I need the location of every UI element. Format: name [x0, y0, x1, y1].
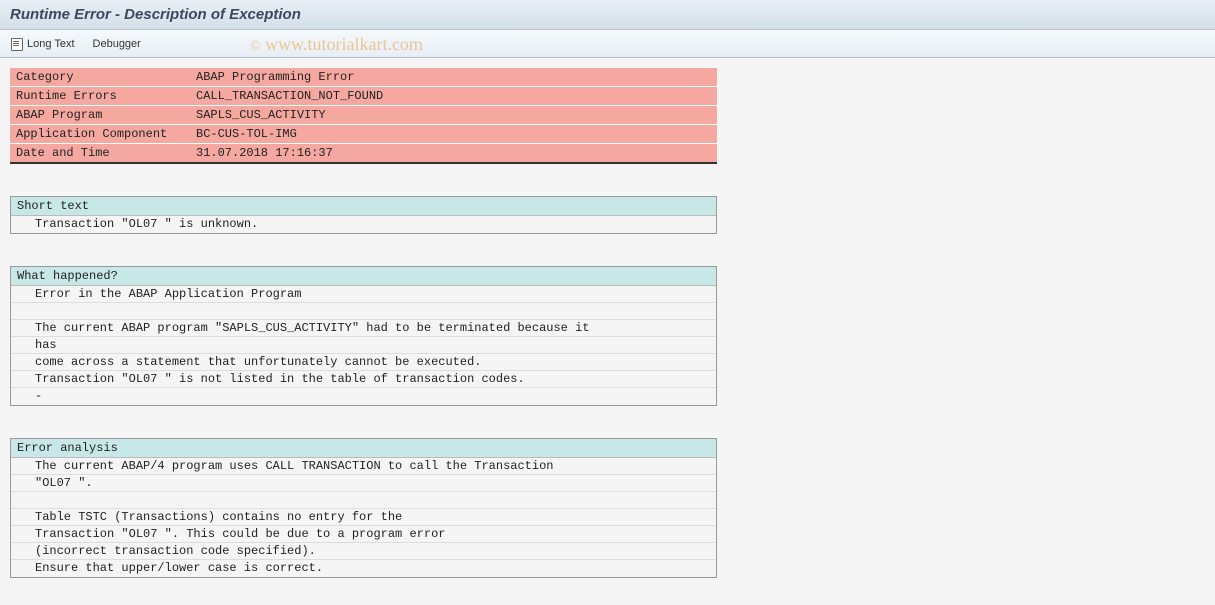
info-label: Runtime Errors [10, 87, 190, 106]
long-text-label: Long Text [27, 38, 75, 50]
info-value: ABAP Programming Error [190, 68, 717, 87]
section-header: What happened? [11, 267, 716, 286]
info-value: BC-CUS-TOL-IMG [190, 125, 717, 144]
document-icon [10, 37, 24, 51]
section-line: The current ABAP/4 program uses CALL TRA… [11, 458, 716, 475]
info-label: Application Component [10, 125, 190, 144]
info-value: SAPLS_CUS_ACTIVITY [190, 106, 717, 125]
section-line: Ensure that upper/lower case is correct. [11, 560, 716, 577]
info-row: ABAP ProgramSAPLS_CUS_ACTIVITY [10, 106, 717, 125]
long-text-button[interactable]: Long Text [10, 37, 75, 51]
error-section: What happened?Error in the ABAP Applicat… [10, 266, 717, 406]
error-section: Short textTransaction "OL07 " is unknown… [10, 196, 717, 234]
section-line: "OL07 ". [11, 475, 716, 492]
debugger-label: Debugger [93, 38, 141, 50]
info-label: Category [10, 68, 190, 87]
content-area: CategoryABAP Programming ErrorRuntime Er… [0, 58, 1215, 588]
section-line: The current ABAP program "SAPLS_CUS_ACTI… [11, 320, 716, 337]
info-row: CategoryABAP Programming Error [10, 68, 717, 87]
section-header: Error analysis [11, 439, 716, 458]
error-section: Error analysisThe current ABAP/4 program… [10, 438, 717, 578]
info-row: Runtime ErrorsCALL_TRANSACTION_NOT_FOUND [10, 87, 717, 106]
info-label: ABAP Program [10, 106, 190, 125]
section-line [11, 492, 716, 509]
section-header: Short text [11, 197, 716, 216]
section-line: come across a statement that unfortunate… [11, 354, 716, 371]
section-line: Transaction "OL07 " is not listed in the… [11, 371, 716, 388]
section-line: (incorrect transaction code specified). [11, 543, 716, 560]
toolbar: Long Text Debugger [0, 30, 1215, 58]
section-line: Transaction "OL07 " is unknown. [11, 216, 716, 233]
info-label: Date and Time [10, 144, 190, 164]
info-row: Date and Time31.07.2018 17:16:37 [10, 144, 717, 164]
info-row: Application ComponentBC-CUS-TOL-IMG [10, 125, 717, 144]
page-title: Runtime Error - Description of Exception [10, 6, 301, 23]
section-line: Error in the ABAP Application Program [11, 286, 716, 303]
debugger-button[interactable]: Debugger [93, 38, 141, 50]
section-line: Transaction "OL07 ". This could be due t… [11, 526, 716, 543]
section-line: - [11, 388, 716, 405]
runtime-error-info-table: CategoryABAP Programming ErrorRuntime Er… [10, 68, 717, 164]
info-value: 31.07.2018 17:16:37 [190, 144, 717, 164]
section-line: Table TSTC (Transactions) contains no en… [11, 509, 716, 526]
section-line: has [11, 337, 716, 354]
section-line [11, 303, 716, 320]
title-bar: Runtime Error - Description of Exception [0, 0, 1215, 30]
info-value: CALL_TRANSACTION_NOT_FOUND [190, 87, 717, 106]
